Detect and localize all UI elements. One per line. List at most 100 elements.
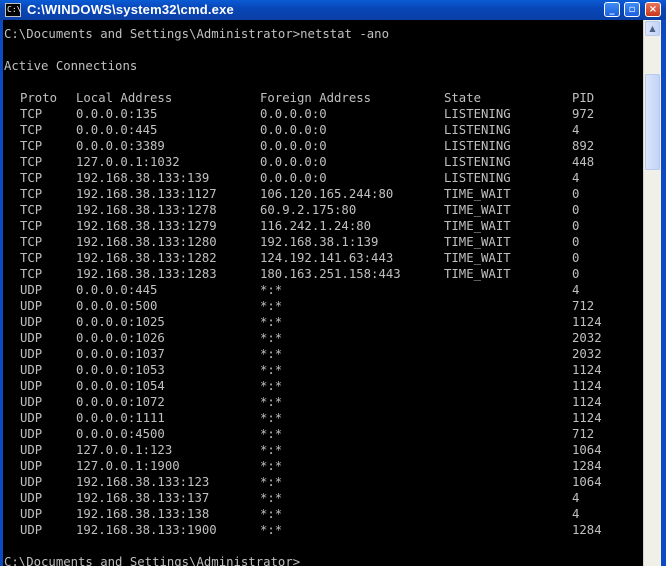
cell-pid: 4 [572, 491, 580, 505]
cell-local: 0.0.0.0:445 [76, 283, 158, 297]
cell-foreign: 0.0.0.0:0 [260, 123, 327, 137]
table-row: TCP 192.168.38.133:1278 60.9.2.175:80 TIME_… [4, 202, 634, 218]
table-row: UDP 0.0.0.0:500 *:* 712 [4, 298, 634, 314]
cell-foreign: *:* [260, 411, 283, 425]
cell-pid: 0 [572, 235, 580, 249]
console-icon-text: C:\ [7, 5, 22, 14]
cell-foreign: *:* [260, 443, 283, 457]
cell-pid: 1124 [572, 379, 602, 393]
cell-state: TIME_WAIT [444, 267, 511, 281]
cell-proto: UDP [20, 379, 43, 393]
cell-state: TIME_WAIT [444, 187, 511, 201]
scroll-up-icon: ▲ [649, 24, 656, 33]
title-bar[interactable]: C:\ C:\WINDOWS\system32\cmd.exe _ ▫ × [0, 0, 666, 20]
cell-proto: TCP [20, 171, 43, 185]
cell-foreign: *:* [260, 507, 283, 521]
cell-proto: UDP [20, 475, 43, 489]
vertical-scrollbar[interactable]: ▲ [643, 20, 661, 566]
restore-icon: ▫ [628, 4, 636, 15]
cell-foreign: *:* [260, 395, 283, 409]
prompt-text: C:\Documents and Settings\Administrator> [4, 555, 301, 566]
cell-proto: UDP [20, 363, 43, 377]
cell-foreign: 0.0.0.0:0 [260, 139, 327, 153]
cell-local: 127.0.0.1:1032 [76, 155, 180, 169]
cell-foreign: 192.168.38.1:139 [260, 235, 379, 249]
table-row: UDP 0.0.0.0:1111 *:* 1124 [4, 410, 634, 426]
cell-pid: 1124 [572, 411, 602, 425]
minimize-icon: _ [609, 4, 615, 15]
cell-state: TIME_WAIT [444, 203, 511, 217]
cell-foreign: *:* [260, 379, 283, 393]
cell-proto: UDP [20, 347, 43, 361]
cell-foreign: 116.242.1.24:80 [260, 219, 372, 233]
cell-local: 0.0.0.0:1111 [76, 411, 165, 425]
table-row: UDP 0.0.0.0:1053 *:* 1124 [4, 362, 634, 378]
cell-proto: UDP [20, 491, 43, 505]
table-row: UDP 0.0.0.0:1025 *:* 1124 [4, 314, 634, 330]
table-row: UDP 127.0.0.1:1900 *:* 1284 [4, 458, 634, 474]
cell-proto: TCP [20, 123, 43, 137]
scrollbar-thumb[interactable] [645, 74, 660, 170]
cell-local: 192.168.38.133:123 [76, 475, 210, 489]
cell-foreign: *:* [260, 523, 283, 537]
maximize-button[interactable]: ▫ [624, 2, 640, 17]
close-icon: × [648, 4, 658, 15]
table-row: UDP 192.168.38.133:123 *:* 1064 [4, 474, 634, 490]
cell-proto: UDP [20, 507, 43, 521]
close-button[interactable]: × [645, 2, 661, 17]
table-row: TCP 192.168.38.133:1283 180.163.251.158:44… [4, 266, 634, 282]
cell-foreign: *:* [260, 363, 283, 377]
cell-local: 0.0.0.0:135 [76, 107, 158, 121]
console-icon[interactable]: C:\ [5, 3, 21, 17]
cell-foreign: 0.0.0.0:0 [260, 171, 327, 185]
cell-state: LISTENING [444, 171, 511, 185]
cell-proto: UDP [20, 459, 43, 473]
header-pid: PID [572, 91, 595, 105]
command-line: C:\Documents and Settings\Administrator>… [4, 27, 389, 41]
cell-proto: UDP [20, 331, 43, 345]
header-foreign-address: Foreign Address [260, 91, 372, 105]
cell-proto: UDP [20, 283, 43, 297]
cell-local: 192.168.38.133:1279 [76, 219, 217, 233]
cell-local: 0.0.0.0:445 [76, 123, 158, 137]
cell-pid: 1124 [572, 395, 602, 409]
table-row: TCP 0.0.0.0:3389 0.0.0.0:0 LISTENING 892 [4, 138, 634, 154]
cell-pid: 1064 [572, 475, 602, 489]
cell-local: 0.0.0.0:1054 [76, 379, 165, 393]
cell-foreign: 124.192.141.63:443 [260, 251, 394, 265]
table-row: UDP 127.0.0.1:123 *:* 1064 [4, 442, 634, 458]
table-row: TCP 192.168.38.133:1282 124.192.141.63:443… [4, 250, 634, 266]
cell-state: LISTENING [444, 123, 511, 137]
console-output[interactable]: C:\Documents and Settings\Administrator>… [3, 20, 643, 566]
cell-proto: TCP [20, 107, 43, 121]
cell-local: 0.0.0.0:1053 [76, 363, 165, 377]
cell-pid: 4 [572, 123, 580, 137]
minimize-button[interactable]: _ [604, 2, 620, 17]
cell-state: TIME_WAIT [444, 219, 511, 233]
table-row: UDP 192.168.38.133:138 *:* 4 [4, 506, 634, 522]
cell-proto: TCP [20, 155, 43, 169]
cell-proto: TCP [20, 235, 43, 249]
cell-proto: TCP [20, 251, 43, 265]
cell-local: 192.168.38.133:1283 [76, 267, 217, 281]
prompt-line[interactable]: C:\Documents and Settings\Administrator> [4, 554, 308, 566]
cell-foreign: 106.120.165.244:80 [260, 187, 394, 201]
table-row: TCP 192.168.38.133:1279 116.242.1.24:80 TIM… [4, 218, 634, 234]
table-row: UDP 0.0.0.0:4500 *:* 712 [4, 426, 634, 442]
header-local-address: Local Address [76, 91, 173, 105]
cell-pid: 4 [572, 507, 580, 521]
cell-local: 127.0.0.1:1900 [76, 459, 180, 473]
table-row: TCP 0.0.0.0:135 0.0.0.0:0 LISTENING 972 [4, 106, 634, 122]
scroll-up-button[interactable]: ▲ [645, 21, 660, 36]
cell-foreign: *:* [260, 427, 283, 441]
cell-pid: 2032 [572, 331, 602, 345]
cell-foreign: *:* [260, 315, 283, 329]
cell-local: 0.0.0.0:1025 [76, 315, 165, 329]
cell-local: 0.0.0.0:1072 [76, 395, 165, 409]
cell-proto: TCP [20, 203, 43, 217]
cell-pid: 0 [572, 203, 580, 217]
cell-foreign: 180.163.251.158:443 [260, 267, 401, 281]
cell-local: 0.0.0.0:4500 [76, 427, 165, 441]
cell-foreign: *:* [260, 283, 283, 297]
cell-pid: 0 [572, 267, 580, 281]
